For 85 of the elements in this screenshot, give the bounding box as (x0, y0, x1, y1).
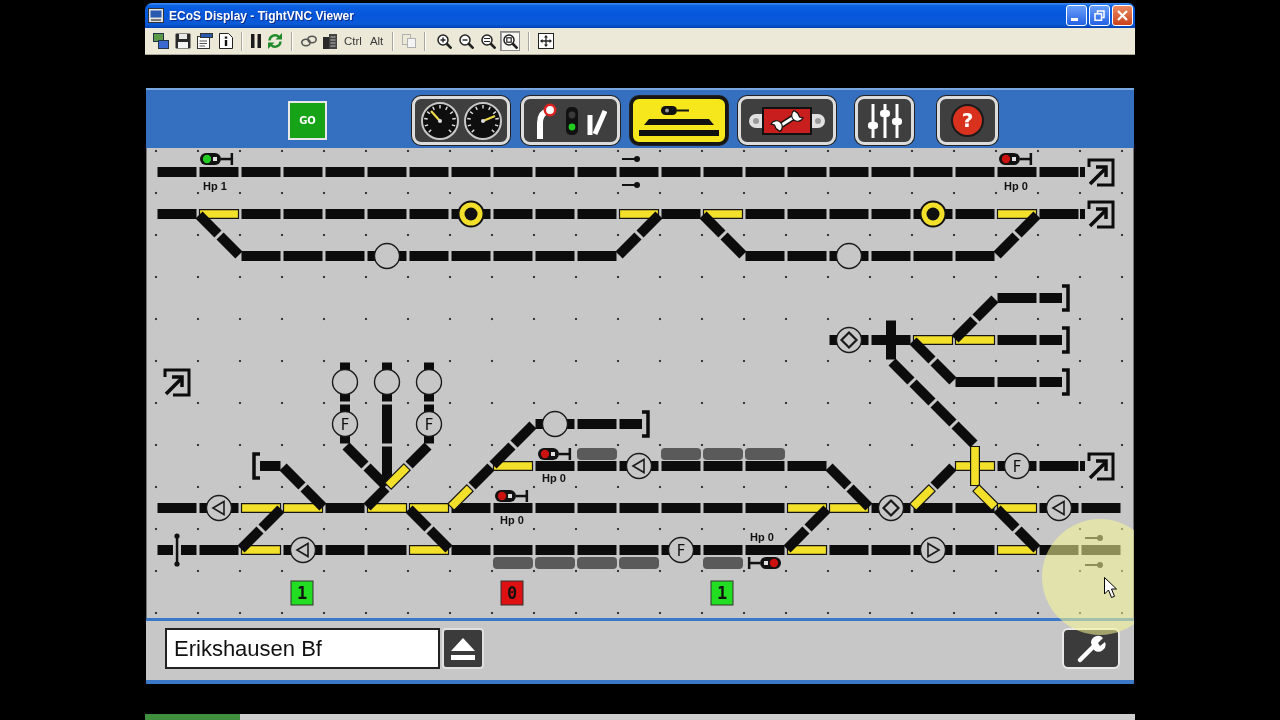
exit-arrow-icon[interactable] (1080, 200, 1115, 229)
circle-icon[interactable] (373, 368, 401, 396)
chain-links-icon[interactable] (301, 35, 317, 47)
refresh-icon[interactable] (267, 33, 283, 49)
sliders-tab[interactable] (855, 96, 914, 145)
letter-circle-button[interactable]: F (331, 410, 359, 438)
magnifier-icon (502, 33, 518, 49)
eject-button[interactable] (442, 628, 484, 669)
signal-aspect-label: Hp 0 (500, 514, 524, 526)
key-button[interactable]: Ctrl (343, 35, 363, 47)
signal-icon[interactable] (747, 557, 781, 569)
switching-tab[interactable] (521, 96, 620, 145)
magnifier-icon (480, 33, 496, 49)
signal-icon[interactable] (538, 448, 572, 460)
stacked-panels-icon[interactable] (323, 33, 337, 49)
signal-aspect-label: Hp 0 (542, 472, 566, 484)
properties-icon[interactable] (197, 33, 213, 49)
track-joint-icon (174, 533, 180, 567)
pause-icon[interactable] (251, 34, 261, 48)
wrench-icon (1076, 633, 1106, 664)
restore-button[interactable] (1089, 5, 1110, 26)
track-marker-icon (1085, 535, 1103, 541)
circle-icon[interactable] (541, 410, 569, 438)
gauges-tab[interactable] (412, 96, 510, 145)
block-counter: 1 (290, 580, 314, 606)
letter-circle-button[interactable]: F (415, 410, 443, 438)
signal-icon[interactable] (200, 153, 234, 165)
info-icon[interactable] (219, 33, 233, 49)
monitors-icon[interactable] (153, 33, 169, 49)
zoom-in-button[interactable] (434, 31, 455, 51)
signal-aspect-label: Hp 1 (203, 180, 227, 192)
circle-icon[interactable] (415, 368, 443, 396)
signal-light-icon (565, 106, 578, 135)
track-marker-icon (622, 156, 640, 162)
letter-circle-button[interactable]: F (1003, 452, 1031, 480)
exit-arrow-icon[interactable] (1080, 158, 1115, 187)
settings-button[interactable] (1062, 628, 1120, 669)
signal-aspect-label: Hp 0 (750, 531, 774, 543)
exit-arrow-icon[interactable] (163, 368, 191, 397)
buffer-stop-icon (1062, 368, 1070, 396)
save-icon[interactable] (175, 33, 191, 49)
help-button[interactable]: ? (937, 96, 998, 145)
fullscreen-icon[interactable] (538, 33, 555, 49)
restore-icon (1094, 10, 1105, 21)
window-title: ECoS Display - TightVNC Viewer (169, 8, 355, 23)
loco-service-tab[interactable] (738, 96, 836, 145)
circle-icon[interactable] (373, 242, 401, 270)
minimize-button[interactable] (1066, 5, 1087, 26)
sliders-icon (866, 103, 903, 138)
buffer-stop-icon (1062, 326, 1070, 354)
buffer-stop-icon (1062, 284, 1070, 312)
zoom-out-button[interactable] (456, 31, 477, 51)
loco-wrench-icon (748, 104, 826, 137)
track-marker-icon (622, 182, 640, 188)
signal-aspect-label: Hp 0 (1004, 180, 1028, 192)
exit-arrow-icon[interactable] (1080, 452, 1115, 481)
track-curve-icon (534, 102, 557, 139)
circle-icon[interactable] (457, 200, 485, 228)
circle-icon[interactable] (835, 242, 863, 270)
buffer-stop-icon (252, 452, 260, 480)
circle-icon[interactable] (331, 368, 359, 396)
pointer-icon (1104, 577, 1117, 598)
close-button[interactable] (1112, 5, 1133, 26)
block-counter: 0 (500, 580, 524, 606)
block-counter: 1 (710, 580, 734, 606)
dial-icon (463, 101, 502, 140)
track-marker-icon (1085, 562, 1103, 568)
signal-icon[interactable] (495, 490, 529, 502)
circle-icon[interactable] (919, 200, 947, 228)
minimize-icon (1071, 18, 1078, 21)
zoom-out-icon (458, 33, 474, 49)
key-button[interactable]: Alt (368, 35, 385, 47)
station-name-field[interactable]: Erikshausen Bf (165, 628, 440, 669)
track-layout-icon (639, 105, 719, 136)
letter-circle-button[interactable]: F (667, 536, 695, 564)
dial-icon (420, 101, 459, 140)
buffer-stop-icon (642, 410, 650, 438)
eject-icon (451, 637, 475, 660)
window-icon (148, 8, 164, 23)
track-layout-tab[interactable] (630, 96, 728, 145)
signal-icon[interactable] (999, 153, 1033, 165)
close-icon (1117, 10, 1128, 21)
actual-size-button[interactable] (478, 31, 499, 51)
zoom-in-icon (436, 33, 452, 49)
zoom-fit-button[interactable] (500, 31, 521, 51)
